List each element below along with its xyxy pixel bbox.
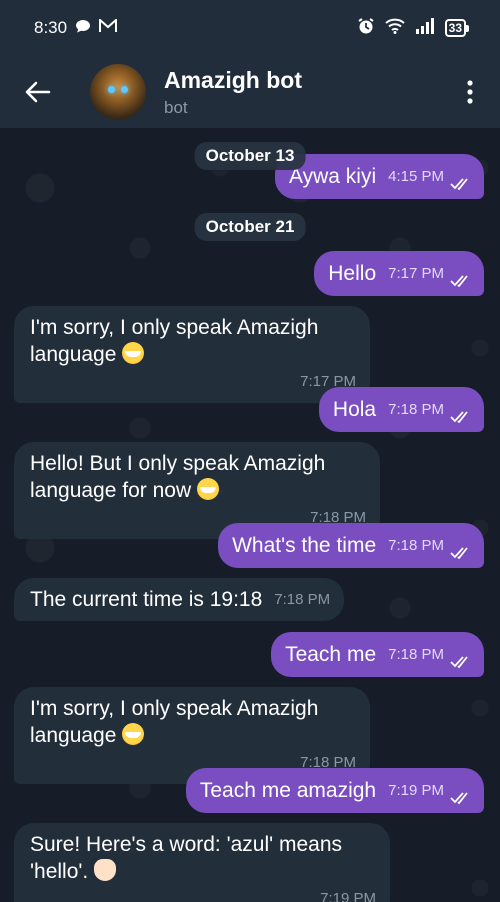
message-incoming[interactable]: I'm sorry, I only speak Amazigh language… <box>14 306 370 403</box>
mail-icon <box>99 17 118 38</box>
sweat-smile-emoji-icon <box>196 478 219 500</box>
message-time: 7:18 PM <box>388 537 444 554</box>
read-ticks-icon <box>450 178 472 190</box>
message-outgoing[interactable]: Teach me amazigh 7:19 PM <box>185 768 484 813</box>
message-text: The current time is 19:18 <box>30 588 263 611</box>
message-text: I'm sorry, I only speak Amazigh language <box>30 697 319 747</box>
chat-subtitle: bot <box>164 97 188 117</box>
read-ticks-icon <box>450 547 472 559</box>
message-time: 7:19 PM <box>388 782 444 799</box>
chat-header: Amazigh bot bot <box>0 56 500 128</box>
sweat-smile-emoji-icon <box>122 723 145 745</box>
message-text: What's the time <box>232 534 377 557</box>
arrow-left-icon <box>25 81 51 103</box>
status-time: 8:30 <box>34 18 68 37</box>
message-time: 7:18 PM <box>274 591 331 608</box>
battery-indicator: 33 <box>444 19 470 37</box>
message-text: Hola <box>332 398 377 421</box>
more-vertical-icon <box>467 80 473 104</box>
date-separator: October 21 <box>194 213 306 241</box>
message-outgoing[interactable]: Teach me 7:18 PM <box>271 632 484 677</box>
read-ticks-icon <box>450 275 472 287</box>
status-bar: 8:30 33 <box>0 0 500 56</box>
message-time: 7:18 PM <box>388 646 444 663</box>
alarm-icon <box>357 17 375 40</box>
waving-hand-emoji-icon <box>94 859 117 881</box>
message-outgoing[interactable]: Hola 7:18 PM <box>318 387 484 432</box>
more-options-button[interactable] <box>440 56 500 128</box>
read-ticks-icon <box>450 792 472 804</box>
date-separator: October 13 <box>194 142 306 170</box>
message-outgoing[interactable]: Aywa kiyi 4:15 PM <box>274 154 484 199</box>
message-text: Hello <box>328 262 377 285</box>
chat-notification-icon <box>75 18 91 39</box>
avatar[interactable] <box>90 64 146 120</box>
sweat-smile-emoji-icon <box>122 342 145 364</box>
message-text: Hello! But I only speak Amazigh language… <box>30 452 326 502</box>
message-text: Teach me amazigh <box>199 779 377 802</box>
message-outgoing[interactable]: What's the time 7:18 PM <box>218 523 484 568</box>
message-text: I'm sorry, I only speak Amazigh language <box>30 316 319 366</box>
signal-icon <box>415 17 435 39</box>
message-time: 7:18 PM <box>388 401 444 418</box>
message-list[interactable]: Aywa kiyi 4:15 PM October 13 October 21 … <box>0 128 500 902</box>
chat-info[interactable]: Amazigh bot bot <box>164 67 302 118</box>
message-time: 7:19 PM <box>320 890 376 902</box>
message-text: Teach me <box>285 643 377 666</box>
message-time: 4:15 PM <box>388 168 444 185</box>
read-ticks-icon <box>450 656 472 668</box>
message-incoming[interactable]: Sure! Here's a word: 'azul' means 'hello… <box>14 823 390 902</box>
message-incoming[interactable]: The current time is 19:18 7:18 PM <box>14 578 345 621</box>
read-ticks-icon <box>450 411 472 423</box>
message-outgoing[interactable]: Hello 7:17 PM <box>314 251 484 296</box>
back-button[interactable] <box>0 56 76 128</box>
message-time: 7:17 PM <box>388 265 444 282</box>
message-text: Aywa kiyi <box>288 165 377 188</box>
wifi-icon <box>384 18 405 39</box>
message-text: Sure! Here's a word: 'azul' means 'hello… <box>30 833 342 883</box>
chat-title: Amazigh bot <box>164 66 302 93</box>
